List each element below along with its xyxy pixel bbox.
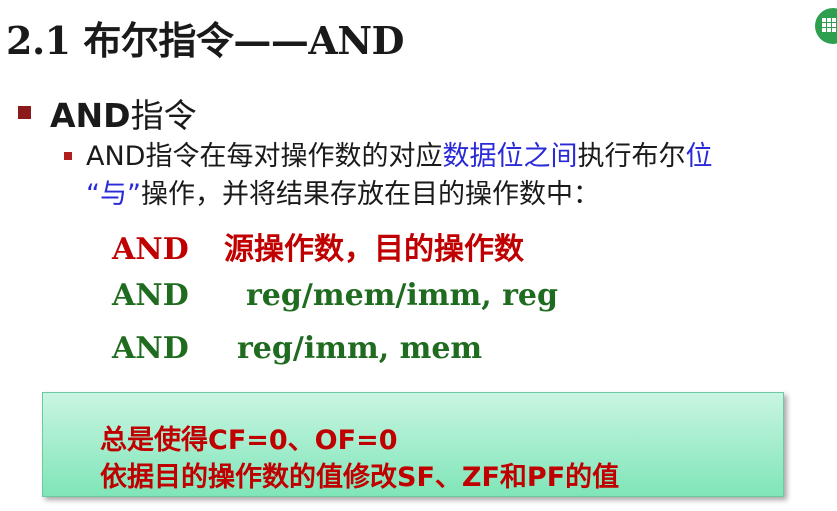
bullet-heading-cn: 指令 <box>130 96 197 135</box>
syntax-opcode: AND <box>112 331 189 366</box>
flags-note-line-1: 总是使得CF=0、OF=0 <box>100 425 398 456</box>
description-highlight-a: 数据位之间 <box>442 141 578 172</box>
syntax-operands: 源操作数，目的操作数 <box>224 232 524 267</box>
description-highlight-b: 位 <box>685 141 713 172</box>
syntax-operands: reg/mem/imm, reg <box>246 278 558 313</box>
description-highlight-c: “与” <box>86 179 141 210</box>
description-line-1: AND指令在每对操作数的对应数据位之间执行布尔位 <box>86 140 712 174</box>
syntax-operands: reg/imm, mem <box>237 331 483 366</box>
syntax-line-to-reg: AND reg/mem/imm, reg <box>112 278 558 313</box>
table-grid-icon[interactable] <box>815 8 837 44</box>
sub-bullet-square-icon <box>64 152 72 160</box>
bullet-heading-latin: AND <box>50 96 131 135</box>
grid-glyph <box>822 18 836 32</box>
bullet-heading: AND指令 <box>50 89 197 137</box>
description-line-2: “与”操作，并将结果存放在目的操作数中： <box>86 178 600 212</box>
bullet-square-icon <box>18 106 31 119</box>
description-text-a: AND指令在每对操作数的对应 <box>86 141 443 172</box>
flags-note-line-2: 依据目的操作数的值修改SF、ZF和PF的值 <box>100 462 620 493</box>
page-title: 2.1 布尔指令——AND <box>6 18 405 63</box>
syntax-line-to-mem: AND reg/imm, mem <box>112 331 482 366</box>
syntax-opcode: AND <box>112 232 189 267</box>
description-text-c: 操作，并将结果存放在目的操作数中： <box>140 179 600 210</box>
syntax-opcode: AND <box>112 278 189 313</box>
syntax-line-general: AND 源操作数，目的操作数 <box>112 224 524 268</box>
description-text-b: 执行布尔 <box>577 141 686 172</box>
